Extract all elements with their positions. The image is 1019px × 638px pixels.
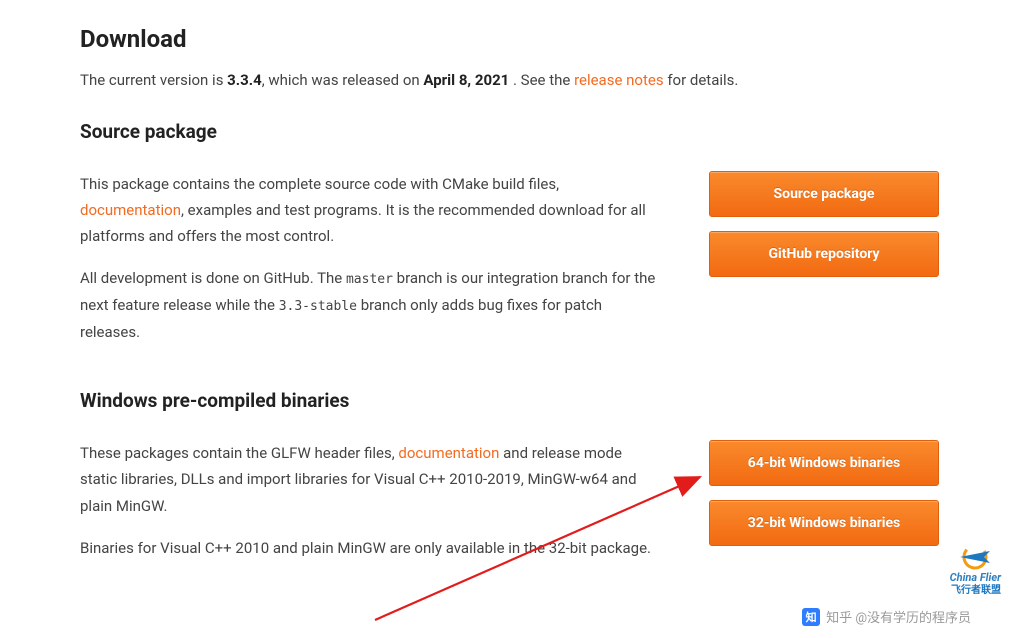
china-flier-subtext: 飞行者联盟 [951, 585, 1001, 596]
source-buttons-column: Source package GitHub repository [709, 171, 939, 277]
windows-paragraph-1: These packages contain the GLFW header f… [80, 440, 659, 519]
source-paragraph-1: This package contains the complete sourc… [80, 171, 659, 250]
zhihu-watermark-text: 知乎 @没有学历的程序员 [826, 607, 971, 626]
windows-buttons-column: 64-bit Windows binaries 32-bit Windows b… [709, 440, 939, 546]
text: All development is done on GitHub. The [80, 269, 346, 287]
documentation-link[interactable]: documentation [80, 201, 181, 219]
text: This package contains the complete sourc… [80, 175, 559, 193]
zhihu-logo-icon: 知 [802, 608, 820, 626]
plane-logo-icon [950, 541, 1000, 571]
zhihu-watermark: 知 知乎 @没有学历的程序员 [802, 607, 971, 626]
github-repository-button[interactable]: GitHub repository [709, 231, 939, 277]
release-date: April 8, 2021 [423, 71, 509, 89]
intro-text: . See the [509, 71, 574, 89]
intro-text: , which was released on [262, 71, 424, 89]
documentation-link[interactable]: documentation [398, 444, 499, 462]
source-package-button[interactable]: Source package [709, 171, 939, 217]
windows-paragraph-2: Binaries for Visual C++ 2010 and plain M… [80, 535, 659, 561]
source-package-heading: Source package [80, 120, 939, 143]
windows-binaries-heading: Windows pre-compiled binaries [80, 389, 939, 412]
source-paragraph-2: All development is done on GitHub. The m… [80, 265, 659, 345]
win64-binaries-button[interactable]: 64-bit Windows binaries [709, 440, 939, 486]
china-flier-watermark: China Flier 飞行者联盟 [950, 541, 1001, 596]
intro-text: for details. [664, 71, 739, 89]
branch-stable: 3.3-stable [279, 299, 357, 314]
version-number: 3.3.4 [227, 71, 262, 89]
china-flier-text: China Flier [950, 571, 1001, 584]
windows-text-column: These packages contain the GLFW header f… [80, 440, 659, 577]
intro-text: The current version is [80, 71, 227, 89]
branch-master: master [346, 272, 393, 287]
intro-paragraph: The current version is 3.3.4, which was … [80, 69, 939, 92]
source-text-column: This package contains the complete sourc… [80, 171, 659, 362]
download-heading: Download [80, 25, 939, 53]
release-notes-link[interactable]: release notes [574, 71, 664, 89]
text: These packages contain the GLFW header f… [80, 444, 398, 462]
win32-binaries-button[interactable]: 32-bit Windows binaries [709, 500, 939, 546]
